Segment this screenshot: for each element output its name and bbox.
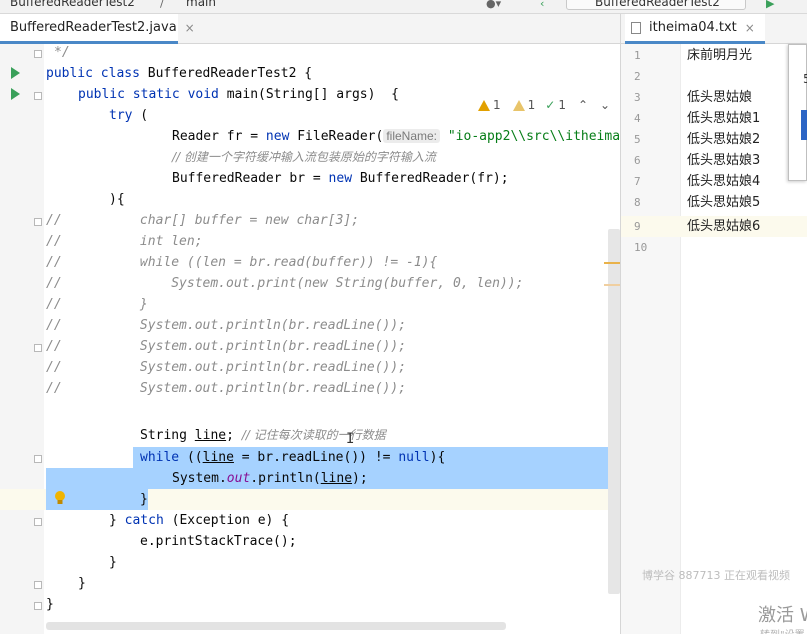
fold-icon[interactable] xyxy=(34,581,42,589)
weak-warning-count: 1 xyxy=(527,98,536,112)
fold-icon[interactable] xyxy=(34,50,42,58)
fold-icon[interactable] xyxy=(34,92,42,100)
fold-icon[interactable] xyxy=(34,344,42,352)
fold-icon[interactable] xyxy=(34,455,42,463)
weak-warning-icon xyxy=(512,99,525,111)
line-number: 7 xyxy=(634,175,641,188)
code-line: Reader fr = new FileReader(fileName: "io… xyxy=(172,129,620,144)
run-main-icon[interactable] xyxy=(11,88,20,100)
code-line: System.out.println(line); xyxy=(172,471,368,486)
text-line: 低头思姑娘1 xyxy=(687,111,761,126)
code-comment: // 创建一个字符缓冲输入流包装原始的字符输入流 xyxy=(172,150,436,164)
tab-itheima04[interactable]: itheima04.txt × xyxy=(625,14,765,44)
mouse-cursor-icon: I xyxy=(346,431,355,447)
overlay-popup[interactable]: 5 xyxy=(788,44,807,181)
video-watermark: 博学谷 887713 正在观看视频 xyxy=(642,569,790,582)
popup-text: 5 xyxy=(803,72,807,86)
code-line: try ( xyxy=(109,108,149,123)
line-number: 5 xyxy=(634,133,641,146)
run-class-icon[interactable] xyxy=(11,67,20,79)
code-line: BufferedReader br = new BufferedReader(f… xyxy=(172,171,509,186)
code-line: */ xyxy=(54,45,70,60)
code-line: } catch (Exception e) { xyxy=(109,513,290,528)
back-arrow-icon[interactable]: ‹ xyxy=(540,0,544,10)
tab-label: BufferedReaderTest2.java xyxy=(10,20,177,35)
code-comment: // System.out.println(br.readLine()); xyxy=(46,339,407,354)
code-line: public static void main(String[] args) { xyxy=(78,87,399,102)
code-comment: // System.out.print(new String(buffer, 0… xyxy=(46,276,524,291)
editor-gutter xyxy=(0,44,44,634)
code-comment: // while ((len = br.read(buffer)) != -1)… xyxy=(46,255,438,270)
close-icon[interactable]: × xyxy=(745,21,755,35)
text-line: 低头思姑娘3 xyxy=(687,153,761,168)
tab-bufferedreadertest2[interactable]: BufferedReaderTest2.java × xyxy=(0,14,195,44)
previous-highlight-icon[interactable]: ⌃ xyxy=(578,98,588,112)
parameter-hint: fileName: xyxy=(383,129,441,143)
user-icon[interactable]: ●▾ xyxy=(486,0,501,10)
line-number: 6 xyxy=(634,154,641,167)
line-number: 9 xyxy=(634,220,641,233)
weak-warning-stripe-marker[interactable] xyxy=(604,284,620,286)
warning-stripe-marker[interactable] xyxy=(604,262,620,264)
editor-tab-strip: BufferedReaderTest2.java × xyxy=(0,14,620,44)
code-line: } xyxy=(140,492,148,507)
run-icon[interactable]: ▶ xyxy=(766,0,774,10)
text-line: 低头思姑娘6 xyxy=(687,219,761,234)
warning-count: 1 xyxy=(493,98,501,112)
code-comment: // char[] buffer = new char[3]; xyxy=(46,213,360,228)
code-line: while ((line = br.readLine()) != null){ xyxy=(140,450,446,465)
code-comment: // } xyxy=(46,297,148,312)
text-line: 低头思姑娘 xyxy=(687,90,753,105)
line-number: 4 xyxy=(634,112,641,125)
code-line: ){ xyxy=(109,192,125,207)
line-number: 3 xyxy=(634,91,641,104)
typo-count: 1 xyxy=(558,98,566,112)
line-number: 2 xyxy=(634,70,641,83)
line-number: 8 xyxy=(634,196,641,209)
code-line: public class BufferedReaderTest2 { xyxy=(46,66,313,81)
code-comment: // System.out.println(br.readLine()); xyxy=(46,318,407,333)
fold-icon[interactable] xyxy=(34,602,42,610)
popup-selection-bar xyxy=(801,110,807,140)
line-number: 1 xyxy=(634,49,641,62)
line-number: 10 xyxy=(634,241,648,254)
code-line: } xyxy=(78,576,86,591)
fold-icon[interactable] xyxy=(34,518,42,526)
typo-icon: ✓ xyxy=(545,98,556,112)
horizontal-scrollbar[interactable] xyxy=(46,622,506,630)
tab-label: itheima04.txt xyxy=(649,20,737,35)
next-highlight-icon[interactable]: ⌄ xyxy=(600,98,610,112)
text-file-icon xyxy=(631,21,641,34)
code-editor[interactable]: 1 1 ✓ 1 ⌃ ⌄ */ public class BufferedRead… xyxy=(0,44,620,634)
run-config-selector[interactable]: BufferedReaderTest2 xyxy=(566,0,746,10)
close-icon[interactable]: × xyxy=(185,21,195,35)
code-comment: // System.out.println(br.readLine()); xyxy=(46,381,407,396)
code-line: } xyxy=(46,597,54,612)
text-line: 低头思姑娘5 xyxy=(687,195,761,210)
text-file-editor[interactable]: 1 床前明月光 2 3 低头思姑娘 4 低头思姑娘1 5 低头思姑娘2 6 低头… xyxy=(620,44,807,634)
windows-activation-notice: 激活 W xyxy=(758,605,807,626)
breadcrumb-class[interactable]: BufferedReaderTest2 xyxy=(10,0,135,9)
breadcrumb-separator-icon: / xyxy=(160,0,164,10)
fold-icon[interactable] xyxy=(34,218,42,226)
breadcrumb-method[interactable]: main xyxy=(186,0,216,9)
warning-icon xyxy=(478,99,490,111)
windows-activation-subtext: 转到"设置 xyxy=(760,626,805,634)
text-line: 床前明月光 xyxy=(687,48,753,63)
text-line: 低头思姑娘2 xyxy=(687,132,761,147)
code-comment: // int len; xyxy=(46,234,203,249)
lightbulb-icon[interactable] xyxy=(53,490,67,506)
code-line: } xyxy=(109,555,117,570)
code-comment: // System.out.println(br.readLine()); xyxy=(46,360,407,375)
inspection-widget[interactable]: 1 1 ✓ 1 ⌃ ⌄ xyxy=(478,96,610,114)
text-line: 低头思姑娘4 xyxy=(687,174,761,189)
code-line: e.printStackTrace(); xyxy=(140,534,297,549)
side-tab-strip: itheima04.txt × xyxy=(620,14,807,44)
text-file-gutter xyxy=(621,44,681,634)
title-bar: BufferedReaderTest2 / main ●▾ ‹ Buffered… xyxy=(0,0,807,14)
